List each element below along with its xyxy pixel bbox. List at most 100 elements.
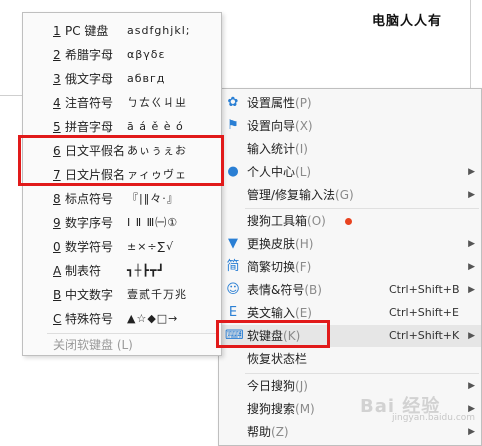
menu-item-toolbox[interactable]: 搜狗工具箱(O) — [219, 210, 481, 232]
chevron-right-icon: ▶ — [468, 331, 475, 341]
item-sample: 壹贰千万兆 — [127, 288, 187, 301]
item-number: 8 — [53, 192, 61, 206]
menu-item-label: 搜狗工具箱 — [247, 214, 308, 228]
menu-item-label: 英文输入 — [247, 306, 296, 320]
menu-item-label: 设置属性 — [247, 96, 296, 110]
menu-item-key: (X) — [295, 119, 313, 133]
close-soft-keyboard[interactable]: 关闭软键盘 (L) — [23, 333, 221, 357]
menu-item-settings[interactable]: ✿ 设置属性(P) — [219, 92, 481, 114]
menu-item-help[interactable]: 帮助(Z) ▶ — [219, 421, 481, 443]
soft-keyboard-item-zhuyin[interactable]: 4 注音符号 ㄅㄊㄍㄐㄓ — [23, 91, 221, 115]
soft-keyboard-item-russian[interactable]: 3 俄文字母 абвгд — [23, 67, 221, 91]
menu-item-label: 设置向导 — [247, 119, 296, 133]
item-sample: абвгд — [127, 72, 166, 85]
item-name: PC 键盘 — [65, 24, 109, 38]
soft-keyboard-item-greek[interactable]: 2 希腊字母 αβγδε — [23, 43, 221, 67]
chevron-right-icon: ▶ — [468, 167, 475, 177]
chevron-right-icon: ▶ — [468, 427, 475, 437]
menu-item-personal-center[interactable]: ● 个人中心(L) ▶ — [219, 161, 481, 183]
menu-item-input-stats[interactable]: 输入统计(I) — [219, 138, 481, 160]
soft-keyboard-item-number-series[interactable]: 9 数字序号 Ⅰ Ⅱ Ⅲ㈠① — [23, 211, 221, 235]
item-number: 0 — [53, 240, 61, 254]
chevron-right-icon: ▶ — [468, 190, 475, 200]
item-number: A — [53, 264, 62, 278]
menu-item-change-skin[interactable]: ▼ 更换皮肤(H) ▶ — [219, 233, 481, 255]
menu-item-restore-statusbar[interactable]: 恢复状态栏 — [219, 348, 481, 370]
menu-item-manage-repair[interactable]: 管理/修复输入法(G) ▶ — [219, 184, 481, 206]
item-name: 注音符号 — [65, 96, 114, 110]
item-number: 3 — [53, 72, 61, 86]
menu-item-today-sogou[interactable]: 今日搜狗(J) ▶ — [219, 375, 481, 397]
item-sample: ┓┼┣┳┛ — [127, 264, 166, 277]
item-name: 数字序号 — [65, 216, 114, 230]
input-method-context-menu: ✿ 设置属性(P) ⚑ 设置向导(X) 输入统计(I) ● 个人中心(L) ▶ … — [218, 88, 482, 446]
menu-item-key: (I) — [295, 142, 308, 156]
menu-item-label: 管理/修复输入法 — [247, 188, 336, 202]
english-icon: E — [228, 305, 238, 320]
menu-item-label: 帮助 — [247, 425, 272, 439]
emoji-icon: ☺ — [226, 282, 240, 297]
item-number: B — [53, 288, 62, 302]
soft-keyboard-item-pc[interactable]: 1 PC 键盘 asdfghjkl; — [23, 19, 221, 43]
menu-item-shortcut: Ctrl+Shift+K — [389, 329, 460, 342]
menu-item-shortcut: Ctrl+Shift+B — [389, 283, 460, 296]
document-text: 电脑人人有 — [372, 14, 443, 29]
menu-item-shortcut: Ctrl+Shift+E — [389, 306, 459, 319]
menu-item-setup-wizard[interactable]: ⚑ 设置向导(X) — [219, 115, 481, 137]
notification-dot-icon — [345, 218, 352, 225]
soft-keyboard-item-punctuation[interactable]: 8 标点符号 『|‖々·』 — [23, 187, 221, 211]
menu-item-simplified-traditional[interactable]: 简 简繁切换(F) ▶ — [219, 256, 481, 278]
item-name: 数学符号 — [65, 240, 114, 254]
menu-item-key: (E) — [295, 306, 312, 320]
menu-item-label: 个人中心 — [247, 165, 296, 179]
menu-item-key: (P) — [295, 96, 312, 110]
menu-item-key: (G) — [335, 188, 354, 202]
highlight-box-soft-keyboard — [216, 320, 330, 348]
simplified-traditional-icon: 简 — [226, 259, 240, 274]
item-number: C — [53, 312, 62, 326]
chevron-right-icon: ▶ — [468, 381, 475, 391]
item-sample: 『|‖々·』 — [127, 192, 179, 205]
soft-keyboard-item-table-chars[interactable]: A 制表符 ┓┼┣┳┛ — [23, 259, 221, 283]
person-icon: ● — [227, 164, 239, 179]
menu-item-key: (L) — [295, 165, 312, 179]
soft-keyboard-item-chinese-numbers[interactable]: B 中文数字 壹贰千万兆 — [23, 283, 221, 307]
item-sample: ㄅㄊㄍㄐㄓ — [127, 96, 187, 109]
item-name: 中文数字 — [65, 288, 114, 302]
item-name: 希腊字母 — [65, 48, 114, 62]
item-number: 1 — [53, 24, 61, 38]
chevron-right-icon: ▶ — [468, 239, 475, 249]
highlight-box-japanese-kana — [18, 135, 224, 186]
soft-keyboard-item-special-symbols[interactable]: C 特殊符号 ▲☆◆□→ — [23, 307, 221, 331]
menu-item-key: (F) — [295, 260, 312, 274]
menu-item-label: 输入统计 — [247, 142, 296, 156]
flag-icon: ⚑ — [227, 118, 239, 133]
gear-icon: ✿ — [227, 95, 239, 110]
item-sample: ±×÷∑√ — [127, 240, 175, 253]
item-sample: ▲☆◆□→ — [127, 312, 179, 325]
chevron-right-icon: ▶ — [468, 285, 475, 295]
soft-keyboard-item-math[interactable]: 0 数学符号 ±×÷∑√ — [23, 235, 221, 259]
menu-item-emoji-symbols[interactable]: ☺ 表情&符号(B) Ctrl+Shift+B ▶ — [219, 279, 481, 301]
item-sample: Ⅰ Ⅱ Ⅲ㈠① — [127, 216, 179, 229]
item-number: 2 — [53, 48, 61, 62]
item-name: 特殊符号 — [65, 312, 114, 326]
close-soft-keyboard-label: 关闭软键盘 (L) — [53, 338, 133, 352]
menu-item-key: (Z) — [271, 425, 289, 439]
menu-separator — [245, 373, 479, 374]
item-number: 9 — [53, 216, 61, 230]
chevron-right-icon: ▶ — [468, 262, 475, 272]
menu-item-key: (H) — [295, 237, 314, 251]
item-sample: αβγδε — [127, 48, 166, 61]
menu-item-label: 今日搜狗 — [247, 379, 296, 393]
menu-item-label: 恢复状态栏 — [247, 352, 308, 366]
menu-item-key: (B) — [304, 283, 322, 297]
menu-item-key: (M) — [295, 402, 315, 416]
menu-item-key: (J) — [295, 379, 308, 393]
menu-item-label: 表情&符号 — [247, 283, 305, 297]
menu-separator — [245, 208, 479, 209]
menu-item-key: (O) — [307, 214, 326, 228]
item-name: 俄文字母 — [65, 72, 114, 86]
menu-item-label: 更换皮肤 — [247, 237, 296, 251]
shirt-icon: ▼ — [228, 236, 238, 251]
